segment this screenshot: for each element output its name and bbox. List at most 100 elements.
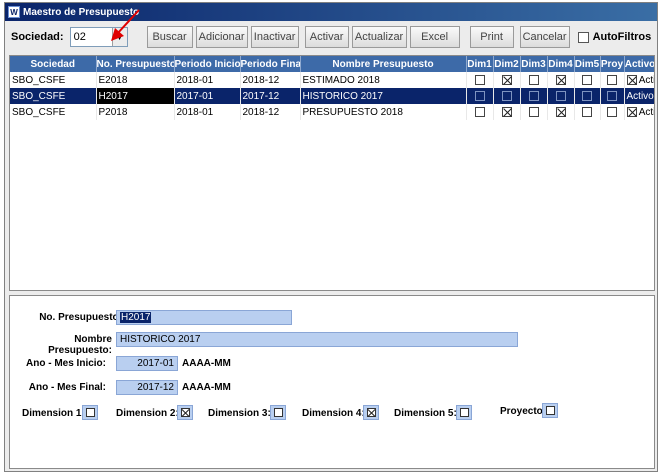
cell-dim5[interactable]: [574, 88, 601, 104]
cell-activo[interactable]: Activo: [624, 104, 654, 120]
col-header[interactable]: No. Presupuesto: [96, 56, 175, 72]
activo-checkbox[interactable]: [626, 74, 637, 85]
dim5-checkbox[interactable]: [582, 106, 592, 117]
cell-periodo-inicio[interactable]: 2018-01: [174, 104, 241, 120]
cell-proy[interactable]: [600, 72, 625, 88]
cell-periodo-inicio[interactable]: 2018-01: [174, 72, 241, 88]
cell-dim3[interactable]: [520, 104, 548, 120]
dim1-checkbox[interactable]: [474, 90, 485, 101]
activar-button[interactable]: Activar: [304, 26, 349, 48]
col-header[interactable]: Dim1: [466, 56, 494, 72]
cell-nombre[interactable]: PRESUPUESTO 2018: [300, 104, 467, 120]
proy-checkbox[interactable]: [607, 90, 617, 101]
presupuesto-grid[interactable]: Sociedad No. Presupuesto Periodo Inicio …: [9, 55, 655, 291]
cell-sociedad[interactable]: SBO_CSFE: [10, 104, 97, 120]
dim1-checkbox[interactable]: [474, 74, 485, 85]
dimension-4-label: Dimension 4:: [302, 408, 365, 419]
cell-periodo-inicio[interactable]: 2017-01: [174, 88, 241, 104]
dimension-4-checkbox[interactable]: [363, 405, 379, 420]
col-header[interactable]: Proy: [600, 56, 625, 72]
cell-dim1[interactable]: [466, 104, 494, 120]
cell-periodo-final[interactable]: 2018-12: [240, 104, 301, 120]
cell-dim2[interactable]: [493, 72, 521, 88]
cell-nombre[interactable]: HISTORICO 2017: [300, 88, 467, 104]
cell-proy[interactable]: [600, 104, 625, 120]
dim1-checkbox[interactable]: [474, 106, 485, 117]
cell-nombre[interactable]: ESTIMADO 2018: [300, 72, 467, 88]
dim4-checkbox[interactable]: [555, 74, 566, 85]
cell-activo[interactable]: Activo: [624, 88, 654, 104]
cell-periodo-final[interactable]: 2018-12: [240, 72, 301, 88]
ano-mes-inicio-input[interactable]: 2017-01: [116, 356, 178, 371]
cell-proy[interactable]: [600, 88, 625, 104]
cell-no-presupuesto[interactable]: E2018: [96, 72, 175, 88]
dim4-checkbox[interactable]: [555, 90, 566, 101]
dimension-3-label: Dimension 3:: [208, 408, 271, 419]
cell-sociedad[interactable]: SBO_CSFE: [10, 72, 97, 88]
dim3-checkbox[interactable]: [528, 106, 539, 117]
adicionar-button[interactable]: Adicionar: [195, 26, 248, 48]
grid-header-row: Sociedad No. Presupuesto Periodo Inicio …: [10, 56, 654, 72]
cell-no-presupuesto[interactable]: H2017: [96, 88, 175, 104]
col-header[interactable]: Dim2: [493, 56, 521, 72]
cell-dim2[interactable]: [493, 88, 521, 104]
cancelar-button[interactable]: Cancelar: [519, 26, 570, 48]
dim5-checkbox[interactable]: [582, 74, 592, 85]
dimension-5-checkbox[interactable]: [456, 405, 472, 420]
table-row[interactable]: SBO_CSFE P2018 2018-01 2018-12 PRESUPUES…: [10, 104, 654, 120]
table-row[interactable]: SBO_CSFE E2018 2018-01 2018-12 ESTIMADO …: [10, 72, 654, 88]
table-row-selected[interactable]: SBO_CSFE H2017 2017-01 2017-12 HISTORICO…: [10, 88, 654, 104]
cell-periodo-final[interactable]: 2017-12: [240, 88, 301, 104]
dim3-checkbox[interactable]: [528, 90, 539, 101]
cell-dim3[interactable]: [520, 72, 548, 88]
col-header[interactable]: Periodo Inicio: [174, 56, 241, 72]
dim2-checkbox[interactable]: [501, 90, 512, 101]
proyecto-checkbox[interactable]: [542, 403, 558, 418]
col-header[interactable]: Dim4: [547, 56, 575, 72]
col-header[interactable]: Activo: [624, 56, 654, 72]
cell-dim1[interactable]: [466, 88, 494, 104]
nombre-presupuesto-input[interactable]: HISTORICO 2017: [116, 332, 518, 347]
col-header[interactable]: Nombre Presupuesto: [300, 56, 467, 72]
cell-sociedad[interactable]: SBO_CSFE: [10, 88, 97, 104]
ano-mes-inicio-label: Ano - Mes Inicio:: [26, 358, 106, 369]
detail-form: No. Presupuesto: H2017 Nombre Presupuest…: [9, 295, 655, 469]
inactivar-button[interactable]: Inactivar: [250, 26, 299, 48]
cell-dim4[interactable]: [547, 72, 575, 88]
dim5-checkbox[interactable]: [582, 90, 592, 101]
cell-dim4[interactable]: [547, 88, 575, 104]
dim3-checkbox[interactable]: [528, 74, 539, 85]
dimension-3-checkbox[interactable]: [270, 405, 286, 420]
autofiltros-checkbox[interactable]: [577, 31, 589, 43]
cell-dim2[interactable]: [493, 104, 521, 120]
dim2-checkbox[interactable]: [501, 106, 512, 117]
no-presupuesto-input[interactable]: H2017: [116, 310, 292, 325]
proy-checkbox[interactable]: [607, 74, 617, 85]
activo-checkbox[interactable]: [626, 106, 637, 117]
col-header[interactable]: Periodo Final: [240, 56, 301, 72]
col-header[interactable]: Dim5: [574, 56, 601, 72]
title-bar: W Maestro de Presupuesto: [5, 3, 657, 21]
col-header[interactable]: Dim3: [520, 56, 548, 72]
dim4-checkbox[interactable]: [555, 106, 566, 117]
print-button[interactable]: Print: [469, 26, 514, 48]
proy-checkbox[interactable]: [607, 106, 617, 117]
maestro-presupuesto-window: W Maestro de Presupuesto Sociedad: 02 ▼ …: [4, 2, 658, 472]
buscar-button[interactable]: Buscar: [146, 26, 193, 48]
cell-dim5[interactable]: [574, 72, 601, 88]
ano-mes-final-input[interactable]: 2017-12: [116, 380, 178, 395]
dimension-1-label: Dimension 1:: [22, 408, 85, 419]
dim2-checkbox[interactable]: [501, 74, 512, 85]
excel-button[interactable]: Excel: [409, 26, 460, 48]
cell-dim5[interactable]: [574, 104, 601, 120]
actualizar-button[interactable]: Actualizar: [351, 26, 407, 48]
cell-dim3[interactable]: [520, 88, 548, 104]
cell-dim4[interactable]: [547, 104, 575, 120]
cell-no-presupuesto[interactable]: P2018: [96, 104, 175, 120]
proyecto-check: [546, 406, 555, 415]
cell-activo[interactable]: Activo: [624, 72, 654, 88]
dimension-1-checkbox[interactable]: [82, 405, 98, 420]
cell-dim1[interactable]: [466, 72, 494, 88]
dimension-2-checkbox[interactable]: [177, 405, 193, 420]
col-header[interactable]: Sociedad: [10, 56, 97, 72]
